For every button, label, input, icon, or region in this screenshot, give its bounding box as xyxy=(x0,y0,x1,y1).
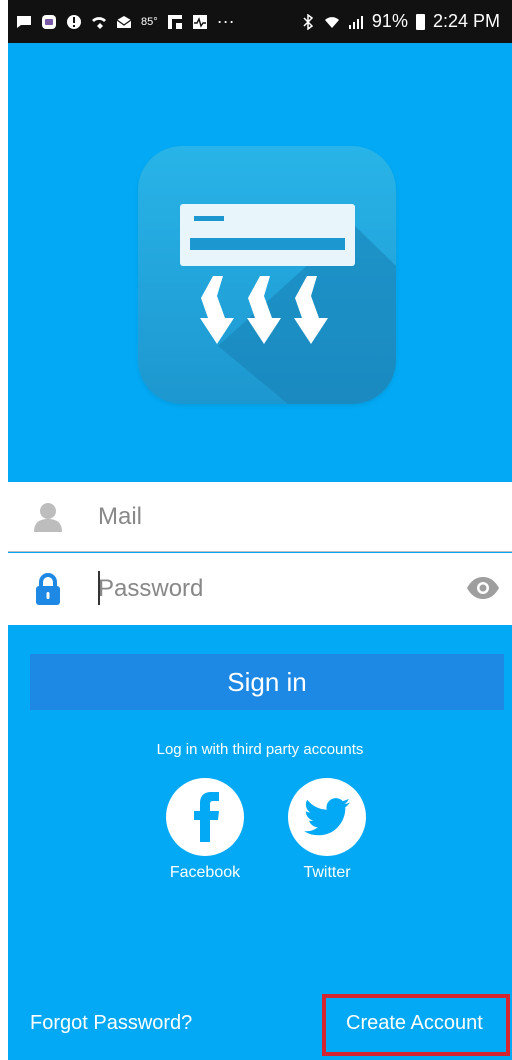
mail-field xyxy=(8,482,512,552)
facebook-button[interactable] xyxy=(166,778,244,856)
wifi-call-icon xyxy=(92,16,106,29)
password-field xyxy=(8,553,512,625)
activity-icon xyxy=(192,14,207,29)
twitter-button[interactable] xyxy=(288,778,366,856)
status-right: 91% 2:24 PM xyxy=(300,11,500,32)
temperature-text: 85° xyxy=(141,15,158,28)
highlight-box xyxy=(322,994,510,1056)
facebook-icon xyxy=(194,792,219,842)
wifi-icon xyxy=(324,16,339,28)
more-notifications-dots: ··· xyxy=(216,11,235,31)
flipboard-icon xyxy=(167,14,182,29)
show-password-eye-icon[interactable] xyxy=(466,575,500,606)
chat-icon xyxy=(17,15,31,28)
bluetooth-icon xyxy=(303,13,314,30)
login-screen: 85° ··· 91% 2:24 PM Mail Sign in Log in … xyxy=(8,0,512,1060)
person-icon xyxy=(8,502,88,532)
notification-icons: 85° ··· xyxy=(16,11,300,32)
forgot-password-link[interactable]: Forgot Password? xyxy=(30,1012,192,1035)
vr-icon xyxy=(42,14,56,29)
battery-percent: 91% xyxy=(371,11,408,31)
clock: 2:24 PM xyxy=(432,11,500,31)
status-bar: 85° ··· 91% 2:24 PM xyxy=(8,0,512,43)
text-cursor xyxy=(98,571,100,605)
password-input[interactable] xyxy=(88,569,438,609)
twitter-icon xyxy=(304,798,350,836)
twitter-label: Twitter xyxy=(303,864,351,881)
facebook-label: Facebook xyxy=(169,864,241,881)
third-party-label: Log in with third party accounts xyxy=(156,741,364,758)
air-conditioner-icon xyxy=(180,204,396,404)
alert-icon xyxy=(67,14,81,29)
mail-icon xyxy=(116,15,132,28)
twitter-login[interactable]: Twitter xyxy=(282,778,372,882)
app-logo xyxy=(138,146,396,404)
facebook-login[interactable]: Facebook xyxy=(160,778,250,882)
lock-icon xyxy=(8,573,88,605)
battery-icon xyxy=(415,13,425,30)
sign-in-button[interactable]: Sign in xyxy=(30,654,504,710)
mail-input[interactable] xyxy=(88,496,438,537)
signal-icon xyxy=(348,15,363,29)
